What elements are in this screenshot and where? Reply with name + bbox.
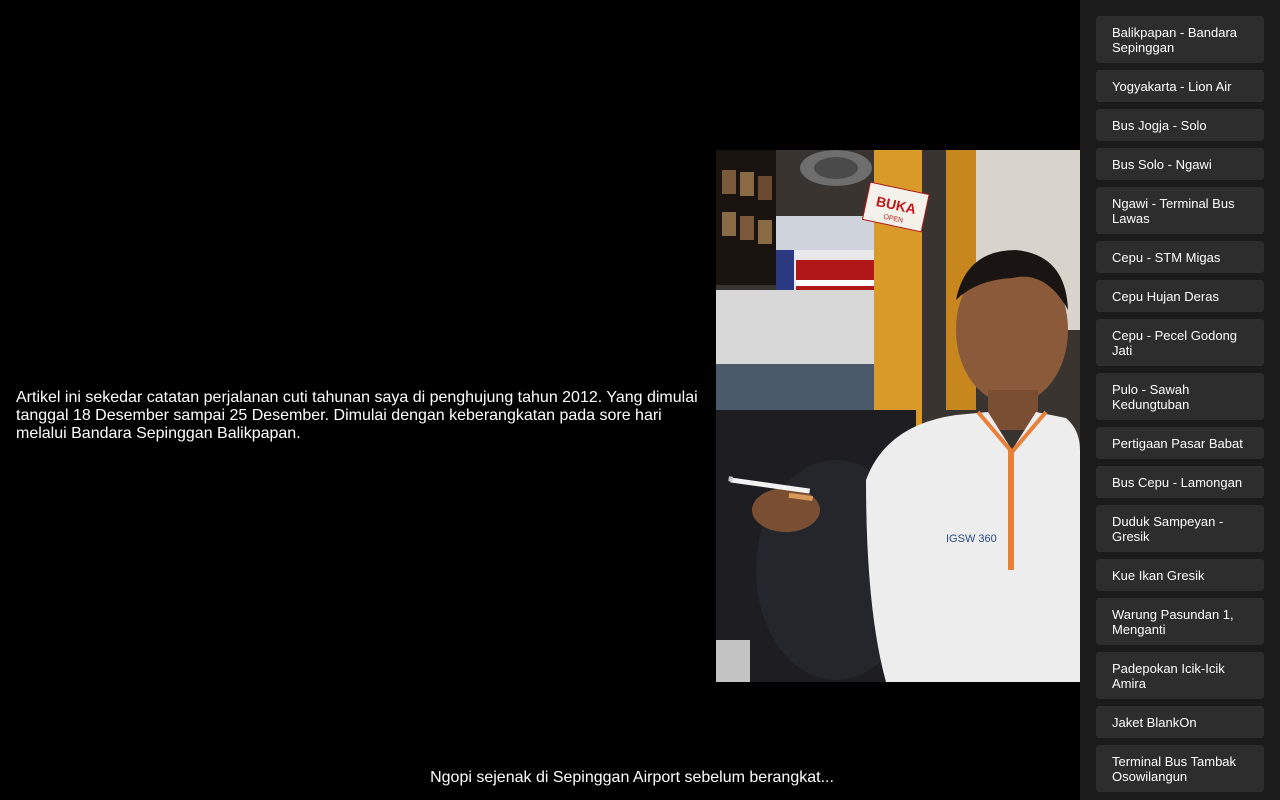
sidebar-item-jaket-blankon[interactable]: Jaket BlankOn bbox=[1096, 706, 1264, 738]
slideshow-stage: Artikel ini sekedar catatan perjalanan c… bbox=[0, 0, 1080, 800]
sidebar-item-pertigaan-babat[interactable]: Pertigaan Pasar Babat bbox=[1096, 427, 1264, 459]
sidebar-item-pulo-sawah[interactable]: Pulo - Sawah Kedungtuban bbox=[1096, 373, 1264, 420]
sidebar-item-bus-solo-ngawi[interactable]: Bus Solo - Ngawi bbox=[1096, 148, 1264, 180]
sidebar-item-cepu-hujan[interactable]: Cepu Hujan Deras bbox=[1096, 280, 1264, 312]
travel-photo: BUKA OPEN IGSW 360 bbox=[716, 150, 1080, 682]
sidebar-item-cepu-stm[interactable]: Cepu - STM Migas bbox=[1096, 241, 1264, 273]
sidebar-item-bus-jogja-solo[interactable]: Bus Jogja - Solo bbox=[1096, 109, 1264, 141]
sidebar-item-warung-pasundan[interactable]: Warung Pasundan 1, Menganti bbox=[1096, 598, 1264, 645]
shirt-logo-text: IGSW 360 bbox=[946, 533, 997, 545]
sidebar-item-yogyakarta[interactable]: Yogyakarta - Lion Air bbox=[1096, 70, 1264, 102]
sidebar-item-duduk-sampeyan[interactable]: Duduk Sampeyan - Gresik bbox=[1096, 505, 1264, 552]
sidebar-item-cepu-pecel[interactable]: Cepu - Pecel Godong Jati bbox=[1096, 319, 1264, 366]
sidebar-item-ngawi-terminal[interactable]: Ngawi - Terminal Bus Lawas bbox=[1096, 187, 1264, 234]
sidebar-item-padepokan[interactable]: Padepokan Icik-Icik Amira bbox=[1096, 652, 1264, 699]
photo-caption: Ngopi sejenak di Sepinggan Airport sebel… bbox=[430, 769, 834, 786]
sidebar-item-balikpapan[interactable]: Balikpapan - Bandara Sepinggan bbox=[1096, 16, 1264, 63]
sidebar-item-kue-ikan[interactable]: Kue Ikan Gresik bbox=[1096, 559, 1264, 591]
sidebar-item-bus-cepu-lamongan[interactable]: Bus Cepu - Lamongan bbox=[1096, 466, 1264, 498]
article-intro: Artikel ini sekedar catatan perjalanan c… bbox=[16, 389, 698, 442]
album-sidebar: Balikpapan - Bandara Sepinggan Yogyakart… bbox=[1080, 0, 1280, 800]
sidebar-item-terminal-osowilangun[interactable]: Terminal Bus Tambak Osowilangun bbox=[1096, 745, 1264, 792]
